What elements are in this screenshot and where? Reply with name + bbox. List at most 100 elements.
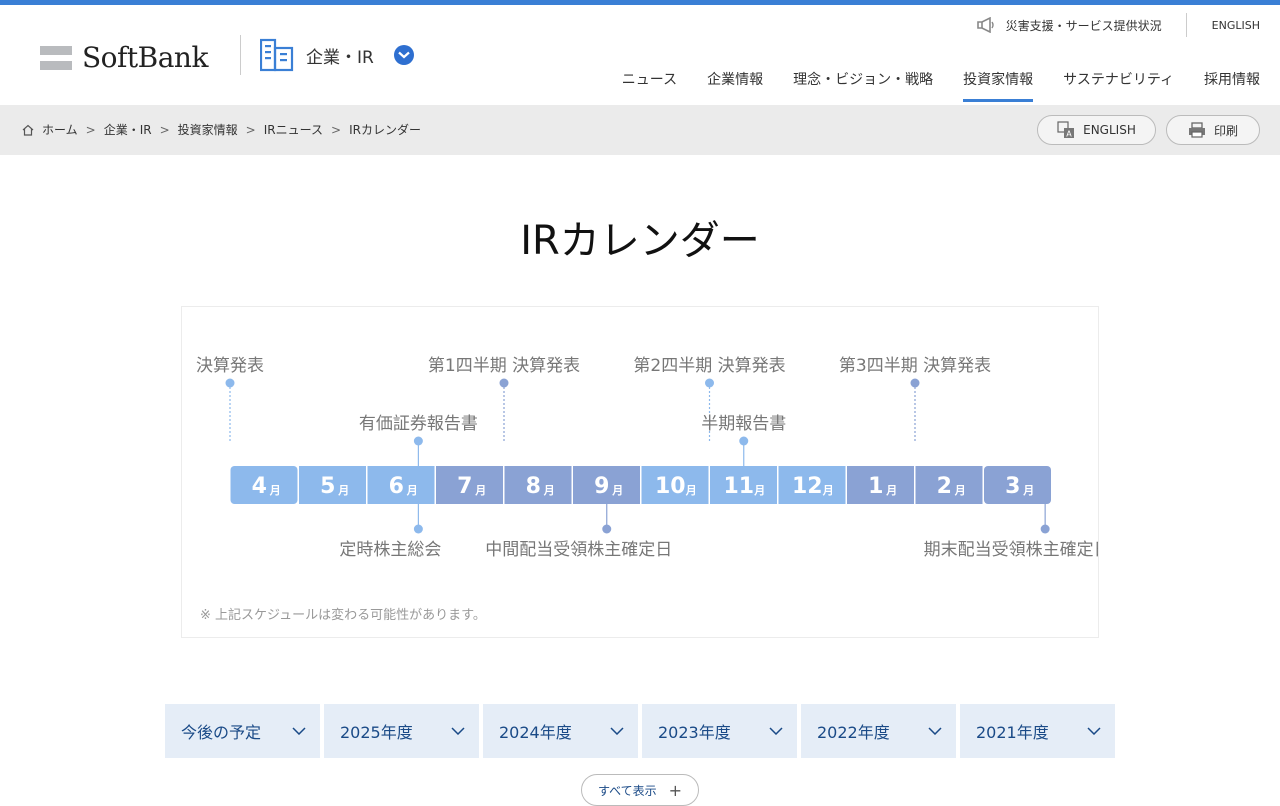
month-number: 1 (868, 474, 883, 499)
nav-investors[interactable]: 投資家情報 (963, 69, 1034, 102)
site-header: SoftBank 企業・IR 災害支援・サービス提供状況 ENGLISH ニュー… (0, 5, 1280, 105)
month-unit: 月 (753, 484, 765, 497)
page-title: IRカレンダー (520, 218, 760, 264)
month-number: 12 (792, 474, 823, 499)
event-label: 半期報告書 (701, 414, 786, 434)
section-title: 企業・IR (306, 47, 374, 68)
disaster-support-link[interactable]: 災害支援・サービス提供状況 (976, 13, 1187, 37)
event-dot (705, 378, 714, 388)
schedule-note: ※ 上記スケジュールは変わる可能性があります。 (200, 607, 486, 623)
event-dot (225, 378, 235, 388)
logo-text: SoftBank (82, 41, 208, 74)
breadcrumb-separator: > (85, 122, 96, 137)
nav-company[interactable]: 企業情報 (707, 69, 763, 99)
nav-vision[interactable]: 理念・ビジョン・戦略 (793, 69, 933, 99)
event-dot (739, 436, 749, 446)
chevron-down-icon (928, 727, 942, 735)
megaphone-icon (976, 17, 994, 33)
month-number: 11 (723, 474, 754, 499)
breadcrumb-ir-news[interactable]: IRニュース (264, 121, 323, 138)
event-label: 第2四半期 決算発表 (633, 356, 785, 376)
event-label: 中間配当受領株主確定日 (485, 540, 672, 560)
tab-fy2021[interactable]: 2021年度 (960, 704, 1115, 758)
printer-icon (1188, 122, 1205, 138)
breadcrumb-bar: ホーム > 企業・IR > 投資家情報 > IRニュース > IRカレンダー A… (0, 105, 1280, 155)
tab-fy2025[interactable]: 2025年度 (324, 704, 479, 758)
month-unit: 月 (474, 484, 486, 497)
tab-upcoming[interactable]: 今後の予定 (165, 704, 320, 758)
month-number: 3 (1005, 474, 1020, 499)
nav-news[interactable]: ニュース (622, 69, 677, 99)
event-dot (1040, 524, 1050, 534)
tab-fy2023[interactable]: 2023年度 (642, 704, 797, 758)
english-top-link[interactable]: ENGLISH (1187, 19, 1260, 32)
tab-label: 2021年度 (976, 723, 1049, 742)
event-label: 定時株主総会 (339, 540, 441, 560)
ir-calendar-graphic: 4 月 5 月 6 月 7 月 8 月 9 月 10 月 11 月 12 月 1 月 2 月 3 月決算発表 第1四半期 決算発… (196, 356, 1098, 623)
month-number: 5 (320, 474, 335, 499)
section-menu-toggle[interactable] (393, 45, 414, 65)
logo-mark-icon (40, 45, 72, 70)
event-label: 期末配当受領株主確定日 (924, 540, 1098, 560)
english-button[interactable]: A ENGLISH (1037, 115, 1156, 145)
event-dot (499, 378, 509, 388)
building-icon (260, 38, 294, 72)
nav-careers[interactable]: 採用情報 (1204, 69, 1260, 99)
breadcrumb-current: IRカレンダー (349, 123, 421, 137)
translate-icon: A (1057, 121, 1075, 139)
global-nav: ニュース 企業情報 理念・ビジョン・戦略 投資家情報 サステナビリティ 採用情報 (592, 69, 1260, 102)
breadcrumb-separator: > (331, 122, 342, 137)
month-unit: 月 (543, 484, 555, 497)
chevron-down-icon (292, 727, 306, 735)
month-unit: 月 (885, 484, 897, 497)
month-number: 9 (594, 474, 609, 499)
tab-label: 2023年度 (658, 723, 731, 742)
chevron-down-icon (398, 51, 410, 59)
section-selector[interactable]: 企業・IR (260, 38, 414, 72)
year-tabs: 今後の予定 2025年度 2024年度 2023年度 2022年度 2021年度 (165, 704, 1119, 758)
month-number: 7 (457, 474, 472, 499)
tab-fy2022[interactable]: 2022年度 (801, 704, 956, 758)
tab-label: 今後の予定 (181, 723, 262, 742)
chevron-down-icon (451, 727, 465, 735)
show-all-button[interactable]: すべて表示 + (581, 774, 699, 806)
month-unit: 月 (406, 484, 418, 497)
utility-links: 災害支援・サービス提供状況 ENGLISH (976, 13, 1260, 37)
event-label: 有価証券報告書 (359, 414, 478, 434)
month-number: 10 (655, 474, 686, 499)
nav-sustainability[interactable]: サステナビリティ (1063, 69, 1174, 99)
month-unit: 月 (685, 484, 697, 497)
event-label: 第3四半期 決算発表 (839, 356, 991, 376)
event-dot (413, 524, 423, 534)
breadcrumb-corporate[interactable]: 企業・IR (104, 121, 152, 138)
svg-text:A: A (1066, 130, 1072, 139)
month-number: 8 (526, 474, 541, 499)
breadcrumb-home[interactable]: ホーム (42, 121, 78, 138)
breadcrumb: ホーム > 企業・IR > 投資家情報 > IRニュース > IRカレンダー (22, 121, 421, 138)
tab-fy2024[interactable]: 2024年度 (483, 704, 638, 758)
event-dot (413, 436, 423, 446)
month-number: 2 (937, 474, 952, 499)
month-unit: 月 (269, 484, 281, 497)
breadcrumb-separator: > (159, 122, 170, 137)
event-dot (910, 378, 920, 388)
chevron-down-icon (1087, 727, 1101, 735)
tab-label: 2022年度 (817, 723, 890, 742)
event-label: 決算発表 (196, 356, 264, 376)
disaster-support-label: 災害支援・サービス提供状況 (1005, 18, 1162, 33)
tab-label: 2024年度 (499, 723, 572, 742)
softbank-logo[interactable]: SoftBank (40, 41, 208, 74)
english-button-label: ENGLISH (1083, 123, 1136, 137)
month-unit: 月 (1022, 484, 1034, 497)
ir-calendar-chart: 4 月 5 月 6 月 7 月 8 月 9 月 10 月 11 月 12 月 1 月 2 月 3 月決算発表 第1四半期 決算発… (181, 306, 1099, 638)
event-label: 第1四半期 決算発表 (428, 356, 580, 376)
header-divider (240, 35, 241, 75)
breadcrumb-investors[interactable]: 投資家情報 (178, 121, 238, 138)
print-button[interactable]: 印刷 (1166, 115, 1260, 145)
home-icon (22, 124, 34, 136)
chevron-down-icon (769, 727, 783, 735)
plus-icon: + (668, 780, 683, 800)
tab-label: 2025年度 (340, 723, 413, 742)
month-unit: 月 (954, 484, 966, 497)
print-button-label: 印刷 (1213, 123, 1238, 138)
